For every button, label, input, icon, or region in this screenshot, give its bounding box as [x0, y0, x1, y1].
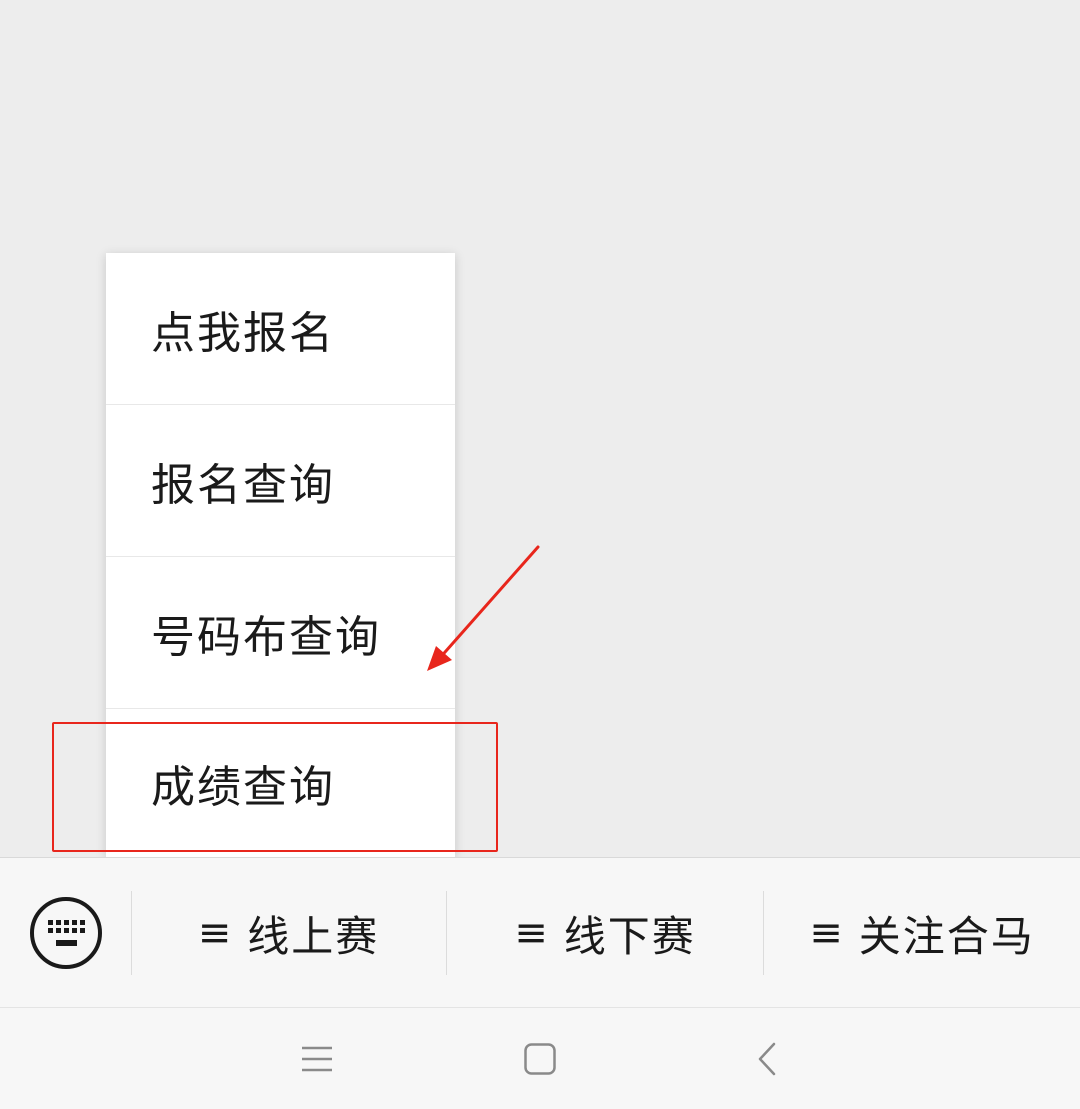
hamburger-icon: ≡ — [197, 910, 234, 956]
custom-menu-bar: ≡ 线上赛 ≡ 线下赛 ≡ 关注合马 — [0, 857, 1080, 1007]
hamburger-icon: ≡ — [809, 910, 845, 956]
submenu-popup: 点我报名 报名查询 号码布查询 成绩查询 — [106, 253, 455, 857]
submenu-item-label: 成绩查询 — [151, 762, 335, 813]
submenu-item-label: 报名查询 — [151, 459, 335, 511]
back-icon — [758, 1042, 776, 1076]
keyboard-toggle-button[interactable] — [0, 858, 131, 1008]
submenu-item-label: 号码布查询 — [151, 611, 381, 663]
menu-label: 关注合马 — [858, 911, 1035, 961]
screen: 点我报名 报名查询 号码布查询 成绩查询 ≡ 线上赛 ≡ 线下赛 ≡ 关注合马 — [0, 0, 1080, 1109]
nav-back-button[interactable] — [717, 1008, 817, 1109]
menu-label: 线上赛 — [247, 911, 380, 961]
submenu-item-label: 点我报名 — [151, 307, 335, 359]
menu-label: 线下赛 — [563, 911, 696, 961]
submenu-item-signup[interactable]: 点我报名 — [106, 253, 455, 404]
hamburger-icon: ≡ — [514, 910, 550, 956]
menu-follow[interactable]: ≡ 关注合马 — [764, 858, 1080, 1008]
submenu-item-results-query[interactable]: 成绩查询 — [106, 709, 455, 857]
keyboard-icon — [29, 897, 102, 969]
menu-offline-race[interactable]: ≡ 线下赛 — [447, 858, 763, 1008]
system-nav-bar — [0, 1007, 1080, 1109]
nav-menu-button[interactable] — [267, 1008, 367, 1109]
menu-online-race[interactable]: ≡ 线上赛 — [131, 858, 446, 1008]
nav-home-button[interactable] — [490, 1008, 590, 1109]
menu-icon — [302, 1046, 332, 1072]
home-icon — [524, 1043, 556, 1075]
submenu-item-registration-query[interactable]: 报名查询 — [106, 405, 455, 556]
submenu-item-bib-query[interactable]: 号码布查询 — [106, 557, 455, 708]
